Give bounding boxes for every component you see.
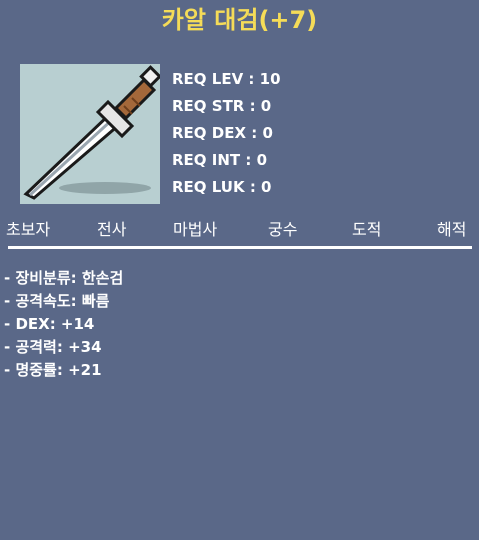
item-image <box>20 64 162 204</box>
job-pirate: 해적 <box>437 220 467 239</box>
req-level: REQ LEV : 10 <box>172 70 281 88</box>
stat-category: - 장비분류: 한손검 <box>4 269 124 287</box>
job-thief: 도적 <box>352 220 382 239</box>
requirements-list: REQ LEV : 10 REQ STR : 0 REQ DEX : 0 REQ… <box>172 66 281 201</box>
job-divider <box>8 246 472 249</box>
req-dex: REQ DEX : 0 <box>172 124 273 142</box>
job-archer: 궁수 <box>268 220 298 239</box>
job-tabs: 초보자 전사 마법사 궁수 도적 해적 <box>0 218 479 244</box>
stat-attack: - 공격력: +34 <box>4 338 102 356</box>
dagger-icon <box>23 65 162 200</box>
stat-attack-speed: - 공격속도: 빠름 <box>4 292 110 310</box>
req-int: REQ INT : 0 <box>172 151 268 169</box>
req-str: REQ STR : 0 <box>172 97 272 115</box>
stat-dex: - DEX: +14 <box>4 315 95 333</box>
job-magician: 마법사 <box>173 220 218 239</box>
req-luk: REQ LUK : 0 <box>172 178 272 196</box>
job-beginner: 초보자 <box>6 220 51 239</box>
item-title: 카알 대검(+7) <box>161 6 318 34</box>
job-warrior: 전사 <box>97 220 127 239</box>
stats-list: - 장비분류: 한손검 - 공격속도: 빠름 - DEX: +14 - 공격력:… <box>4 267 123 382</box>
stat-accuracy: - 명중률: +21 <box>4 361 102 379</box>
